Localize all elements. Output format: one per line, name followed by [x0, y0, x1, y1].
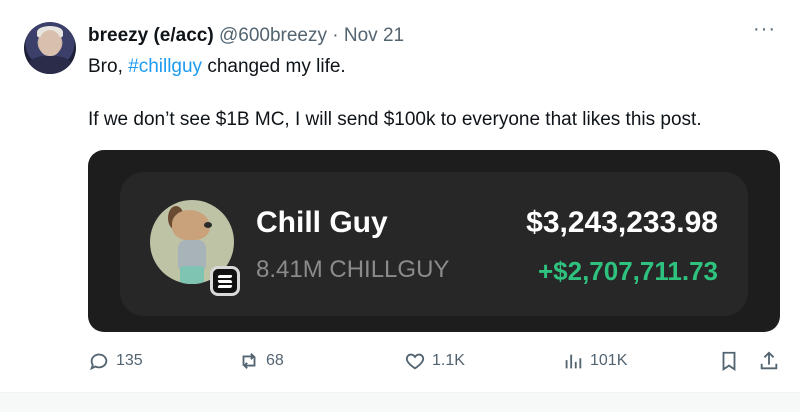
display-name[interactable]: breezy (e/acc) [88, 25, 214, 46]
tweet-header: breezy (e/acc) @600breezy · Nov 21 [88, 24, 404, 48]
bookmark-button[interactable] [718, 350, 740, 372]
handle[interactable]: @600breezy [219, 25, 327, 46]
separator: · [332, 25, 339, 46]
share-icon [760, 351, 778, 370]
more-options-button[interactable]: ··· [753, 18, 776, 41]
analytics-icon [565, 354, 582, 369]
position-pnl: +$2,707,711.73 [537, 256, 718, 286]
reply-button[interactable]: 135 [88, 350, 143, 372]
bookmark-icon [722, 351, 736, 371]
solana-icon [210, 266, 240, 296]
like-button[interactable]: 1.1K [404, 350, 465, 372]
reply-icon [90, 353, 108, 371]
position-value: $3,243,233.98 [526, 206, 718, 239]
token-name: Chill Guy [256, 206, 388, 239]
tweet: breezy (e/acc) @600breezy · Nov 21 ··· B… [0, 0, 800, 412]
repost-button[interactable]: 68 [238, 350, 284, 372]
repost-count: 68 [266, 352, 284, 369]
tweet-text-suffix: changed my life. [202, 56, 346, 77]
media-card[interactable]: Chill Guy 8.41M CHILLGUY $3,243,233.98 +… [88, 150, 780, 332]
pnl-card: Chill Guy 8.41M CHILLGUY $3,243,233.98 +… [120, 172, 748, 316]
avatar[interactable] [24, 22, 76, 74]
heart-icon [405, 353, 425, 370]
view-count: 101K [590, 352, 628, 369]
tweet-text-prefix: Bro, [88, 56, 129, 77]
token-amount: 8.41M CHILLGUY [256, 256, 450, 283]
repost-icon [242, 353, 256, 369]
tweet-text-line-1: Bro, #chillguy changed my life. [88, 55, 346, 79]
reply-count: 135 [116, 352, 143, 369]
tweet-actions: 135 68 1.1K 101K [88, 350, 780, 376]
like-count: 1.1K [432, 352, 465, 369]
next-tweet-edge [0, 392, 800, 412]
hashtag-link[interactable]: #chillguy [128, 56, 202, 77]
tweet-date[interactable]: Nov 21 [344, 25, 404, 46]
share-button[interactable] [758, 350, 780, 372]
views-button[interactable]: 101K [562, 350, 627, 372]
tweet-text-line-2: If we don’t see $1B MC, I will send $100… [88, 109, 702, 130]
